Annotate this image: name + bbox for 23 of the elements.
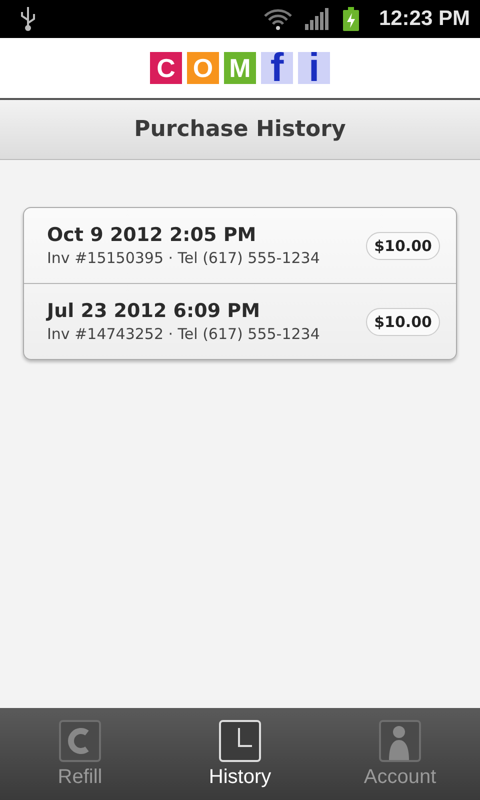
purchase-date: Jul 23 2012 6:09 PM [47, 300, 261, 322]
purchase-details: Inv #14743252 · Tel (617) 555-1234 [47, 325, 321, 343]
nav-tab[interactable]: History [160, 708, 320, 800]
status-time: 12:23 PM [378, 7, 470, 31]
usb-icon [18, 6, 38, 32]
logo-letter: M [224, 52, 256, 84]
amount-badge: $10.00 [366, 232, 440, 260]
amount-badge: $10.00 [366, 308, 440, 336]
logo-letter: i [298, 52, 330, 84]
signal-icon [304, 8, 331, 30]
nav-tab[interactable]: Account [320, 708, 480, 800]
nav-tab[interactable]: Refill [0, 708, 160, 800]
purchase-date: Oct 9 2012 2:05 PM [47, 224, 258, 246]
logo-letter: f [261, 52, 293, 84]
logo-letter: O [187, 52, 219, 84]
clock-icon [219, 720, 261, 762]
logo-letter: C [150, 52, 182, 84]
purchase-details: Inv #15150395 · Tel (617) 555-1234 [47, 249, 321, 267]
wifi-icon [262, 7, 293, 31]
page-title: Purchase History [134, 117, 346, 142]
battery-icon [342, 7, 359, 31]
refill-icon [59, 720, 101, 762]
person-icon [379, 720, 421, 762]
